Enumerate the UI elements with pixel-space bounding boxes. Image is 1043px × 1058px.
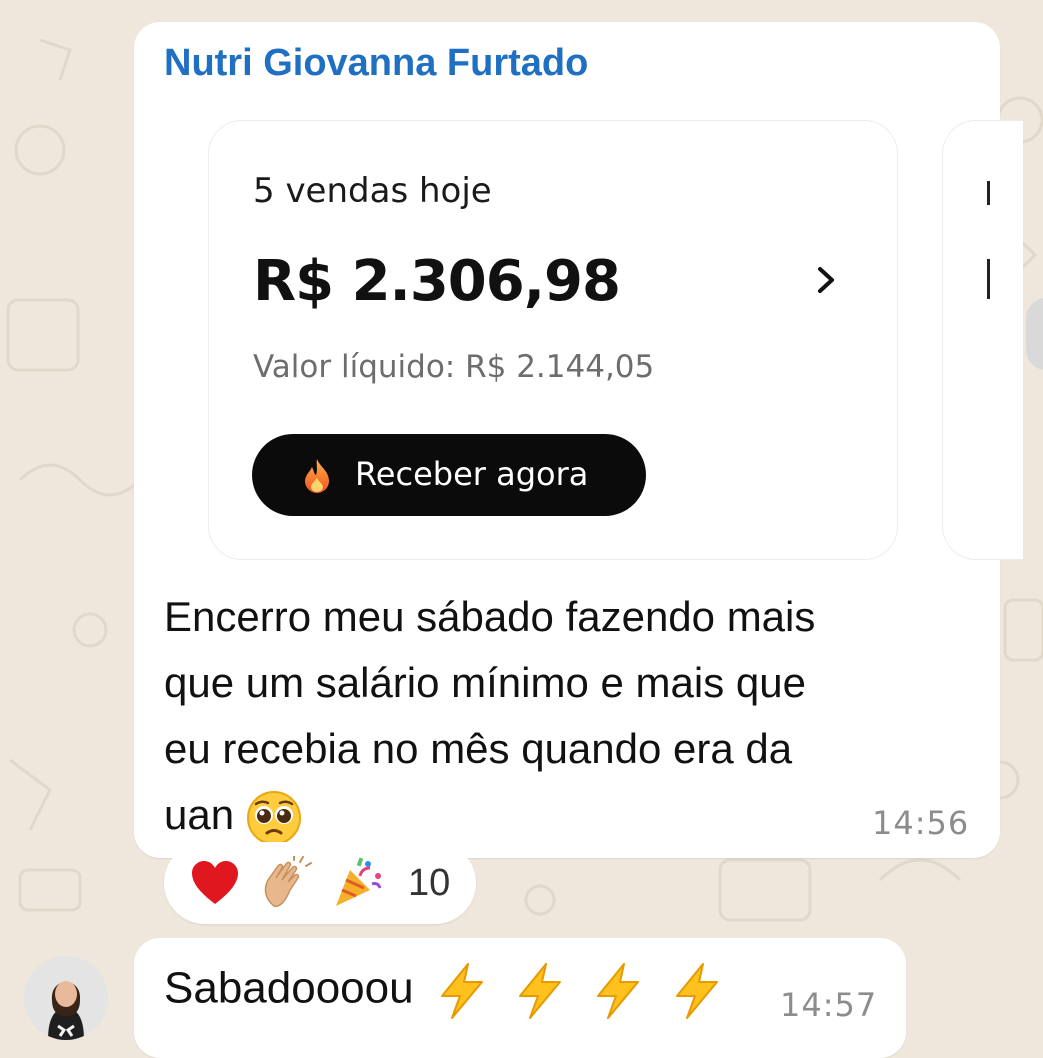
message-line: que um salário mínimo e mais que bbox=[164, 659, 806, 706]
lightning-icon bbox=[597, 963, 640, 1019]
sales-amount: R$ 2.306,98 bbox=[253, 249, 621, 314]
message-line: uan bbox=[164, 791, 235, 838]
card-peek-mark bbox=[987, 259, 990, 299]
message-time: 14:56 bbox=[872, 804, 970, 842]
message-text: Sabadoooou bbox=[164, 963, 414, 1013]
message-bubble[interactable]: Sabadoooou 14:57 bbox=[134, 938, 906, 1058]
message-line: eu recebia no mês quando era da bbox=[164, 725, 793, 772]
receive-now-button[interactable]: Receber agora bbox=[252, 434, 646, 516]
lightning-icon bbox=[519, 963, 562, 1019]
flame-icon bbox=[305, 459, 329, 493]
message-line-last: uan bbox=[164, 782, 984, 848]
reactions-count: 10 bbox=[408, 862, 451, 904]
next-card-peek[interactable] bbox=[942, 120, 1023, 560]
scroll-handle[interactable] bbox=[1026, 298, 1043, 370]
receive-now-label: Receber agora bbox=[355, 455, 589, 493]
avatar-image bbox=[24, 956, 108, 1040]
message-text: Encerro meu sábado fazendo mais que um s… bbox=[164, 584, 984, 848]
clapping-hands-icon bbox=[264, 856, 312, 908]
lightning-icon bbox=[675, 963, 718, 1019]
card-peek-mark bbox=[987, 181, 990, 205]
chevron-right-icon[interactable] bbox=[811, 265, 841, 295]
sales-count: 5 vendas hoje bbox=[253, 171, 492, 211]
avatar[interactable] bbox=[24, 956, 108, 1040]
message-bubble[interactable]: Nutri Giovanna Furtado 5 vendas hoje R$ … bbox=[134, 22, 1023, 858]
heart-icon bbox=[192, 861, 238, 904]
sales-summary-card[interactable]: 5 vendas hoje R$ 2.306,98 Valor líquido:… bbox=[208, 120, 898, 560]
reactions-pill[interactable]: 10 bbox=[164, 842, 476, 924]
net-value: Valor líquido: R$ 2.144,05 bbox=[253, 349, 655, 385]
pleading-face-icon bbox=[246, 790, 301, 845]
sender-name[interactable]: Nutri Giovanna Furtado bbox=[164, 42, 588, 85]
message-line: Encerro meu sábado fazendo mais bbox=[164, 593, 816, 640]
lightning-icon bbox=[440, 963, 483, 1019]
party-popper-icon bbox=[336, 857, 382, 906]
message-time: 14:57 bbox=[780, 986, 878, 1024]
